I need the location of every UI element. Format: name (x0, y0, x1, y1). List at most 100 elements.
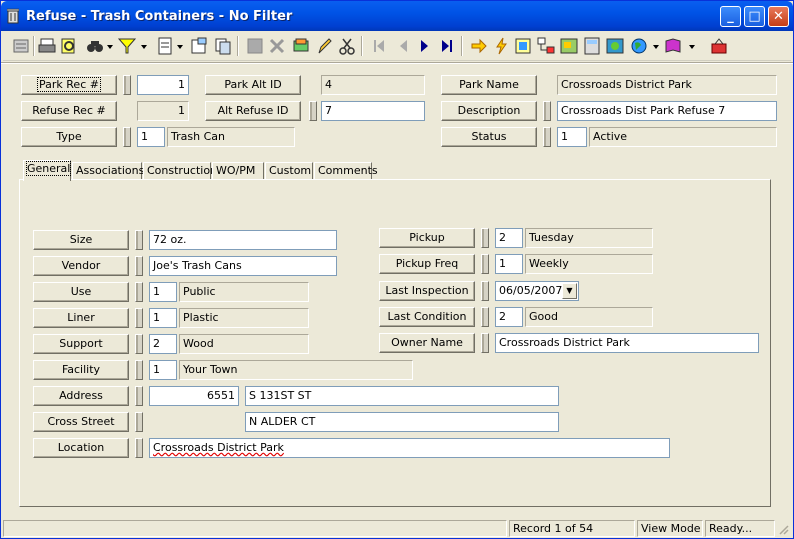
cut-icon[interactable] (337, 36, 357, 56)
tab-construction[interactable]: Construction (143, 162, 217, 180)
liner-button[interactable]: Liner (33, 308, 129, 328)
park-alt-id-button[interactable]: Park Alt ID (205, 75, 301, 95)
first-record-icon[interactable] (369, 36, 389, 56)
book-dropdown-arrow[interactable] (689, 45, 695, 49)
tab-associations[interactable]: Associations (72, 162, 144, 180)
cross-street-grip[interactable] (135, 412, 143, 432)
hierarchy-icon[interactable] (536, 36, 556, 56)
save-icon[interactable] (245, 36, 265, 56)
support-button[interactable]: Support (33, 334, 129, 354)
description-grip[interactable] (543, 101, 551, 121)
lightning-icon[interactable] (491, 36, 511, 56)
pickup-freq-code-field[interactable]: 1 (495, 254, 523, 274)
cross-street-field[interactable]: N ALDER CT (245, 412, 559, 432)
park-rec-button[interactable]: Park Rec # (21, 75, 117, 95)
print-icon[interactable] (37, 36, 57, 56)
filter-icon[interactable] (117, 36, 137, 56)
use-code-field[interactable]: 1 (149, 282, 177, 302)
resize-grip-icon[interactable] (777, 523, 789, 535)
globe-icon[interactable] (629, 36, 649, 56)
last-record-icon[interactable] (437, 36, 457, 56)
address-button[interactable]: Address (33, 386, 129, 406)
address-street-field[interactable]: S 131ST ST (245, 386, 559, 406)
location-button[interactable]: Location (33, 438, 129, 458)
vendor-grip[interactable] (135, 256, 143, 276)
pickup-freq-grip[interactable] (481, 254, 489, 274)
delete-icon[interactable] (267, 36, 287, 56)
size-button[interactable]: Size (33, 230, 129, 250)
exit-icon[interactable] (709, 36, 729, 56)
address-number-field[interactable]: 6551 (149, 386, 239, 406)
properties-icon[interactable] (189, 36, 209, 56)
vendor-button[interactable]: Vendor (33, 256, 129, 276)
map-icon[interactable] (559, 36, 579, 56)
last-condition-grip[interactable] (481, 307, 489, 327)
print-preview-icon[interactable] (59, 36, 79, 56)
last-condition-code-field[interactable]: 2 (495, 307, 523, 327)
vendor-field[interactable]: Joe's Trash Cans (149, 256, 337, 276)
tab-custom[interactable]: Custom (265, 162, 313, 180)
gis-icon[interactable] (605, 36, 625, 56)
copy-icon[interactable] (213, 36, 233, 56)
type-code-field[interactable]: 1 (137, 127, 165, 147)
calculator-icon[interactable] (582, 36, 602, 56)
last-inspection-date-picker[interactable]: 06/05/2007 ▼ (495, 281, 579, 301)
use-grip[interactable] (135, 282, 143, 302)
use-button[interactable]: Use (33, 282, 129, 302)
status-button[interactable]: Status (441, 127, 537, 147)
type-button[interactable]: Type (21, 127, 117, 147)
alt-refuse-id-grip[interactable] (309, 101, 317, 121)
close-button[interactable]: ✕ (768, 6, 789, 27)
liner-code-field[interactable]: 1 (149, 308, 177, 328)
maximize-button[interactable]: □ (744, 6, 765, 27)
location-grip[interactable] (135, 438, 143, 458)
previous-record-icon[interactable] (393, 36, 413, 56)
report-icon[interactable] (155, 36, 175, 56)
status-grip[interactable] (543, 127, 551, 147)
type-grip[interactable] (123, 127, 131, 147)
size-grip[interactable] (135, 230, 143, 250)
liner-grip[interactable] (135, 308, 143, 328)
address-grip[interactable] (135, 386, 143, 406)
park-rec-field[interactable]: 1 (137, 75, 189, 95)
last-condition-button[interactable]: Last Condition (379, 307, 475, 327)
park-rec-grip[interactable] (123, 75, 131, 95)
last-inspection-grip[interactable] (481, 281, 489, 301)
minimize-button[interactable]: _ (720, 6, 741, 27)
pickup-code-field[interactable]: 2 (495, 228, 523, 248)
book-icon[interactable] (663, 36, 683, 56)
owner-name-grip[interactable] (481, 333, 489, 353)
pickup-grip[interactable] (481, 228, 489, 248)
find-icon[interactable] (85, 36, 105, 56)
pickup-freq-button[interactable]: Pickup Freq (379, 254, 475, 274)
cross-street-button[interactable]: Cross Street (33, 412, 129, 432)
owner-name-field[interactable]: Crossroads District Park (495, 333, 759, 353)
facility-grip[interactable] (135, 360, 143, 380)
owner-name-button[interactable]: Owner Name (379, 333, 475, 353)
workorder-icon[interactable] (513, 36, 533, 56)
new-record-icon[interactable] (11, 36, 31, 56)
size-field[interactable]: 72 oz. (149, 230, 337, 250)
last-inspection-button[interactable]: Last Inspection (379, 281, 475, 301)
park-name-button[interactable]: Park Name (441, 75, 537, 95)
description-button[interactable]: Description (441, 101, 537, 121)
facility-code-field[interactable]: 1 (149, 360, 177, 380)
tab-comments[interactable]: Comments (314, 162, 378, 180)
pickup-button[interactable]: Pickup (379, 228, 475, 248)
support-grip[interactable] (135, 334, 143, 354)
go-icon[interactable] (469, 36, 489, 56)
description-field[interactable]: Crossroads Dist Park Refuse 7 (557, 101, 777, 121)
facility-button[interactable]: Facility (33, 360, 129, 380)
edit-icon[interactable] (314, 36, 334, 56)
alt-refuse-id-field[interactable]: 7 (321, 101, 425, 121)
globe-dropdown-arrow[interactable] (653, 45, 659, 49)
report-dropdown-arrow[interactable] (177, 45, 183, 49)
attach-icon[interactable] (291, 36, 311, 56)
refuse-rec-button[interactable]: Refuse Rec # (21, 101, 117, 121)
alt-refuse-id-button[interactable]: Alt Refuse ID (205, 101, 301, 121)
tab-wo-pm[interactable]: WO/PM (212, 162, 264, 180)
location-field[interactable]: Crossroads District Park (149, 438, 670, 458)
find-dropdown-arrow[interactable] (107, 45, 113, 49)
filter-dropdown-arrow[interactable] (141, 45, 147, 49)
support-code-field[interactable]: 2 (149, 334, 177, 354)
